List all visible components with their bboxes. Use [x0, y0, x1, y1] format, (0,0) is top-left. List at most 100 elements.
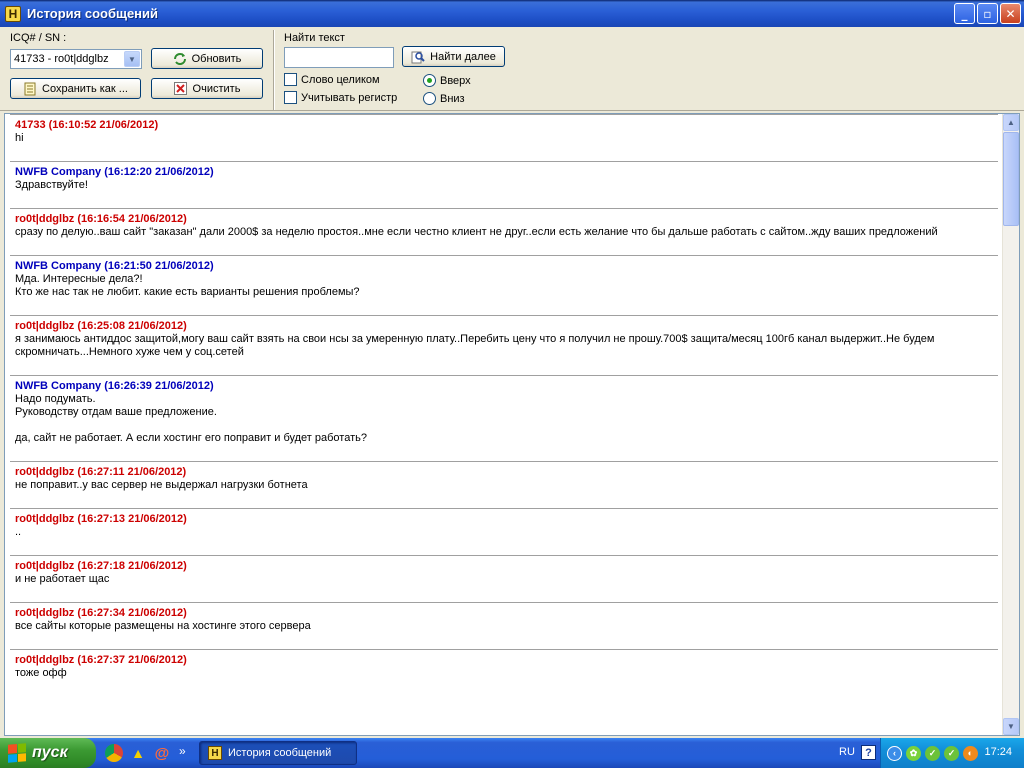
vertical-scrollbar[interactable]: ▲ ▼ [1002, 114, 1019, 735]
message-header: ro0t|ddglbz (16:27:34 21/06/2012) [15, 607, 187, 619]
document-icon [23, 82, 37, 96]
save-as-button-label: Сохранить как ... [42, 82, 128, 95]
direction-down-radio[interactable]: Вниз [423, 92, 465, 105]
mail-at-icon[interactable]: @ [153, 744, 171, 762]
message-text: скромничать...Немного хуже чем у соц.сет… [15, 346, 244, 358]
check-green-icon[interactable]: ✓ [925, 745, 940, 761]
direction-down-label: Вниз [440, 92, 465, 105]
clear-x-icon [174, 82, 188, 96]
back-arrow-icon[interactable]: ‹ [887, 745, 902, 761]
message-header: ro0t|ddglbz (16:27:11 21/06/2012) [15, 466, 187, 478]
message-item: 41733 (16:10:52 21/06/2012) hi [10, 114, 998, 161]
message-item: ro0t|ddglbz (16:27:11 21/06/2012) не попр… [10, 461, 998, 508]
scroll-down-arrow-icon[interactable]: ▼ [1003, 718, 1019, 735]
message-text: .. [15, 526, 22, 538]
refresh-icon [173, 52, 187, 66]
refresh-button[interactable]: Обновить [151, 48, 263, 69]
start-button-label: пуск [32, 744, 68, 761]
message-item: ro0t|ddglbz (16:27:13 21/06/2012).. [10, 508, 998, 555]
close-button[interactable]: ✕ [1000, 3, 1021, 24]
message-header: NWFB Company (16:21:50 21/06/2012) [15, 260, 214, 272]
quick-launch-chevron[interactable]: » [179, 744, 186, 762]
find-next-button[interactable]: Найти далее [402, 46, 505, 67]
app-icon: H [5, 5, 21, 22]
clear-button-label: Очистить [192, 82, 241, 95]
checkbox-box[interactable] [284, 73, 297, 86]
whole-word-checkbox[interactable]: Слово целиком [284, 73, 380, 86]
chevron-down-icon[interactable]: ▼ [124, 51, 140, 67]
message-item: NWFB Company (16:12:20 21/06/2012) Здравс… [10, 161, 998, 208]
message-text: Руководству отдам ваше предложение. [15, 406, 217, 418]
message-header: NWFB Company (16:12:20 21/06/2012) [15, 166, 214, 178]
icq-flower-icon[interactable]: ✿ [906, 745, 921, 761]
message-item: ro0t|ddglbz (16:27:34 21/06/2012) все сай… [10, 602, 998, 649]
search-label: Найти текст [284, 32, 345, 44]
message-header: ro0t|ddglbz (16:27:13 21/06/2012) [15, 513, 187, 525]
message-text: Мда. Интересные дела?! [15, 273, 143, 285]
scroll-up-arrow-icon[interactable]: ▲ [1003, 114, 1019, 131]
message-item: ro0t|ddglbz (16:27:18 21/06/2012) и не ра… [10, 555, 998, 602]
taskbar-item-history[interactable]: H История сообщений [199, 741, 357, 765]
message-header: ro0t|ddglbz (16:27:37 21/06/2012) [15, 654, 187, 666]
find-next-label: Найти далее [430, 50, 496, 63]
message-text: не поправит..у вас сервер не выдержал на… [15, 479, 308, 491]
title-bar[interactable]: H История сообщений _ ▫ ✕ [0, 0, 1024, 27]
maximize-button[interactable]: ▫ [977, 3, 998, 24]
quick-launch: ▲ @ » [105, 744, 186, 762]
contact-select[interactable]: 41733 - ro0t|ddglbz ▼ [10, 49, 142, 69]
message-header: 41733 (16:10:52 21/06/2012) [15, 119, 159, 131]
message-text: Надо подумать. [15, 393, 96, 405]
message-header: ro0t|ddglbz (16:16:54 21/06/2012) [15, 213, 187, 225]
message-text: сразу по делую..ваш сайт "заказан" дали … [15, 226, 938, 238]
message-item: ro0t|ddglbz (16:25:08 21/06/2012) я заним… [10, 315, 998, 375]
radio-unselected-icon[interactable] [423, 92, 436, 105]
match-case-checkbox[interactable]: Учитывать регистр [284, 91, 397, 104]
window-title: История сообщений [27, 6, 159, 21]
antivirus-icon[interactable]: ◐ [963, 745, 978, 761]
toolbar-divider [273, 30, 275, 110]
message-text: hi [15, 132, 24, 144]
search-input[interactable] [284, 47, 394, 68]
message-list: 41733 (16:10:52 21/06/2012) hi NWFB Compan… [5, 114, 1003, 696]
message-item: ro0t|ddglbz (16:16:54 21/06/2012) сразу п… [10, 208, 998, 255]
message-item: ro0t|ddglbz (16:27:37 21/06/2012) тоже оф… [10, 649, 998, 696]
contact-select-value: 41733 - ro0t|ddglbz [14, 53, 109, 65]
start-button[interactable]: пуск [0, 738, 96, 768]
refresh-button-label: Обновить [191, 52, 242, 65]
minimize-button[interactable]: _ [954, 3, 975, 24]
message-text: Кто же нас так не любит. какие есть вари… [15, 286, 360, 298]
message-header: ro0t|ddglbz (16:25:08 21/06/2012) [15, 320, 187, 332]
message-history-panel[interactable]: 41733 (16:10:52 21/06/2012) hi NWFB Compan… [4, 113, 1020, 736]
checkbox-box[interactable] [284, 91, 297, 104]
message-header: ro0t|ddglbz (16:27:18 21/06/2012) [15, 560, 187, 572]
match-case-label: Учитывать регистр [301, 91, 398, 104]
message-text: тоже офф [15, 667, 67, 679]
chrome-icon[interactable] [105, 744, 123, 762]
taskbar-item-label: История сообщений [228, 747, 332, 759]
check-green-icon[interactable]: ✓ [944, 745, 959, 761]
message-text: все сайты которые размещены на хостинге … [15, 620, 311, 632]
save-as-button[interactable]: Сохранить как ... [10, 78, 141, 99]
clear-button[interactable]: Очистить [151, 78, 263, 99]
message-item: NWFB Company (16:26:39 21/06/2012) Надо п… [10, 375, 998, 461]
tortoise-icon[interactable]: ▲ [129, 744, 147, 762]
scroll-thumb[interactable] [1003, 132, 1019, 226]
app-icon: H [208, 746, 222, 760]
icq-label: ICQ# / SN : [10, 32, 67, 44]
windows-flag-icon [8, 743, 26, 763]
language-indicator[interactable]: RU [839, 746, 855, 758]
taskbar: пуск ▲ @ » H История сообщений RU ? ‹ ✿ … [0, 738, 1024, 768]
direction-up-label: Вверх [440, 74, 471, 87]
message-text: и не работает щас [15, 573, 110, 585]
message-header: NWFB Company (16:26:39 21/06/2012) [15, 380, 214, 392]
message-text: да, сайт не работает. А если хостинг его… [15, 432, 367, 444]
find-icon [411, 50, 425, 64]
whole-word-label: Слово целиком [301, 73, 380, 86]
clock[interactable]: 17:24 [984, 746, 1012, 758]
help-icon[interactable]: ? [861, 745, 876, 760]
message-item: NWFB Company (16:21:50 21/06/2012) Мда. И… [10, 255, 998, 315]
direction-up-radio[interactable]: Вверх [423, 74, 471, 87]
radio-selected-icon[interactable] [423, 74, 436, 87]
window-controls: _ ▫ ✕ [954, 3, 1021, 24]
message-text: Здравствуйте! [15, 179, 88, 191]
